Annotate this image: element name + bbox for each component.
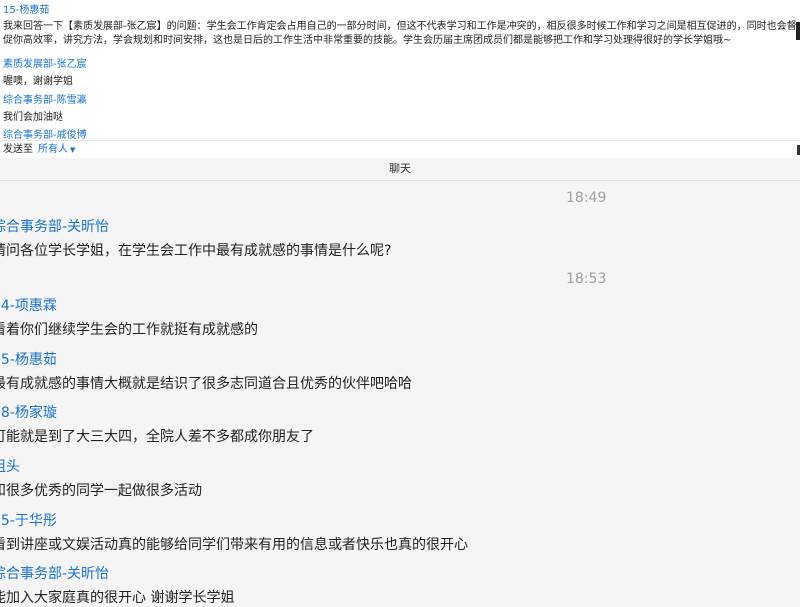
message-sender[interactable]: 15-杨惠茹 — [0, 351, 412, 369]
message-sender[interactable]: 15-杨惠茹 — [3, 4, 49, 18]
timestamp: 18:49 — [566, 190, 607, 206]
message-text: 看到讲座或文娱活动真的能够给同学们带来有用的信息或者快乐也真的很开心 — [0, 537, 468, 553]
scrollbar-thumb[interactable] — [796, 22, 800, 40]
message-sender[interactable]: 综合事务部-陈雪瀛 — [3, 94, 87, 108]
message-text: 能加入大家庭真的很开心 谢谢学长学姐 — [0, 590, 235, 606]
message-text: 最有成就感的事情大概就是结识了很多志同道合且优秀的伙伴吧哈哈 — [0, 376, 412, 392]
chat-message-list[interactable]: 18:49 综合事务部-关昕怡 请问各位学长学姐，在学生会工作中最有成就感的事情… — [0, 181, 800, 606]
message-sender[interactable]: 15-于华彤 — [0, 512, 468, 530]
message-text: 我来回答一下【素质发展部-张乙宸】的问题：学生会工作肯定会占用自己的一部分时间，… — [3, 21, 797, 46]
message-text: 可能就是到了大三大四，全院人差不多都成你朋友了 — [0, 429, 314, 445]
chevron-down-icon[interactable]: ▼ — [70, 141, 75, 159]
message-sender[interactable]: 综合事务部-关昕怡 — [0, 565, 234, 583]
chat-message: 综合事务部-关昕怡 请问各位学长学姐，在学生会工作中最有成就感的事情是什么呢? — [0, 218, 391, 260]
send-to-bar: 发送至 所有人 ▼ — [0, 140, 800, 159]
chat-message: 综合事务部-关昕怡 能加入大家庭真的很开心 谢谢学长学姐 — [0, 565, 234, 607]
message-sender[interactable]: 组头 — [0, 458, 202, 476]
chat-history-panel[interactable]: 15-杨惠茹 我来回答一下【素质发展部-张乙宸】的问题：学生会工作肯定会占用自己… — [0, 0, 800, 140]
message-sender[interactable]: 18-杨家璇 — [0, 404, 314, 422]
chat-message: 15-杨惠茹 最有成就感的事情大概就是结识了很多志同道合且优秀的伙伴吧哈哈 — [0, 351, 412, 393]
message-sender[interactable]: 综合事务部-关昕怡 — [0, 218, 391, 236]
chat-message: 14-项惠霖 看着你们继续学生会的工作就挺有成就感的 — [0, 297, 258, 339]
chat-panel-title: 聊天 — [0, 158, 800, 181]
message-text: 和很多优秀的同学一起做很多活动 — [0, 483, 202, 499]
message-text: 请问各位学长学姐，在学生会工作中最有成就感的事情是什么呢? — [0, 243, 392, 259]
message-text: 看着你们继续学生会的工作就挺有成就感的 — [0, 322, 258, 338]
message-text: 喔噢，谢谢学姐 — [3, 76, 73, 87]
message-sender[interactable]: 综合事务部-戚俊博 — [3, 129, 87, 140]
chat-message: 组头 和很多优秀的同学一起做很多活动 — [0, 458, 202, 500]
message-sender[interactable]: 14-项惠霖 — [0, 297, 258, 315]
send-to-label: 发送至 — [3, 144, 33, 155]
timestamp: 18:53 — [566, 271, 607, 287]
message-sender[interactable]: 素质发展部-张乙宸 — [3, 58, 87, 72]
recipient-dropdown[interactable]: 所有人 — [38, 141, 68, 159]
message-text: 我们会加油哒 — [3, 112, 63, 123]
chat-message: 15-于华彤 看到讲座或文娱活动真的能够给同学们带来有用的信息或者快乐也真的很开… — [0, 512, 468, 554]
chat-message: 18-杨家璇 可能就是到了大三大四，全院人差不多都成你朋友了 — [0, 404, 314, 446]
